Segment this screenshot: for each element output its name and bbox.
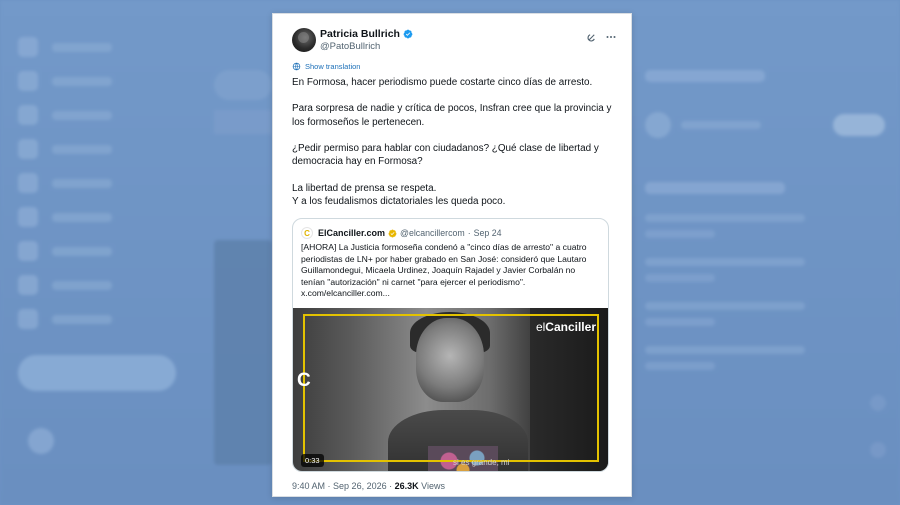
show-translation-label: Show translation: [305, 62, 361, 71]
globe-icon: [292, 62, 301, 71]
video-caption: si es grande, mi: [453, 458, 510, 467]
background-feed-element: [214, 70, 272, 100]
quoted-tweet[interactable]: C ElCanciller.com @elcancillercom · Sep …: [292, 218, 609, 472]
author-name[interactable]: Patricia Bullrich: [320, 28, 400, 40]
tweet-paragraph: En Formosa, hacer periodismo puede costa…: [292, 77, 593, 88]
video-side-letter: C: [297, 370, 311, 391]
background-nav-item: [18, 234, 188, 268]
gold-verified-badge-icon: [388, 229, 397, 237]
background-feed-image: [214, 240, 272, 465]
tweet-header: Patricia Bullrich @PatoBullrich: [292, 28, 617, 64]
show-translation-link[interactable]: Show translation: [292, 62, 360, 71]
brand-prefix: el: [535, 320, 546, 334]
background-feed-element: [214, 110, 272, 134]
background-sidebar: [18, 30, 188, 336]
brand-name: Canciller: [545, 320, 596, 334]
views-label: Views: [421, 481, 446, 491]
verified-badge-icon: [403, 29, 413, 39]
background-nav-item: [18, 64, 188, 98]
background-dot: [870, 395, 886, 411]
quoted-author-name[interactable]: ElCanciller.com: [318, 228, 385, 238]
tweet-card: Patricia Bullrich @PatoBullrich Show tra…: [272, 13, 632, 497]
tweet-paragraph: Y a los feudalismos dictatoriales les qu…: [292, 195, 506, 207]
background-profile: [28, 428, 168, 458]
quoted-tweet-text: [AHORA] La Justicia formoseña condenó a …: [301, 242, 587, 299]
background-dot: [870, 442, 886, 458]
tweet-paragraph: ¿Pedir permiso para hablar con ciudadano…: [292, 142, 599, 168]
views-count: 26.3K: [394, 481, 419, 491]
background-nav-item: [18, 132, 188, 166]
quoted-tweet-header: C ElCanciller.com @elcancillercom · Sep …: [301, 227, 502, 239]
quoted-author-handle[interactable]: @elcancillercom: [400, 228, 465, 238]
tweet-meta: 9:40 AM · Sep 26, 2026 · 26.3K Views: [292, 481, 445, 491]
quoted-author-avatar: C: [301, 227, 313, 239]
quoted-date[interactable]: Sep 24: [474, 228, 502, 238]
avatar[interactable]: [292, 28, 316, 52]
author-name-line: Patricia Bullrich: [320, 28, 413, 40]
grok-icon[interactable]: [585, 31, 597, 43]
tweet-paragraph: Para sorpresa de nadie y crítica de poco…: [292, 103, 612, 128]
background-nav-item: [18, 268, 188, 302]
separator-dot: ·: [467, 228, 471, 238]
video-yellow-frame: [303, 314, 599, 462]
video-duration: 0:33: [301, 454, 324, 467]
background-right-column: [645, 70, 885, 370]
author-handle[interactable]: @PatoBullrich: [320, 41, 380, 52]
tweet-time[interactable]: 9:40 AM: [292, 481, 325, 491]
background-nav-item: [18, 166, 188, 200]
video-brand-watermark: elCanciller: [536, 320, 596, 334]
more-icon[interactable]: [605, 31, 617, 43]
background-nav-item: [18, 302, 188, 336]
background-nav-item: [18, 98, 188, 132]
tweet-paragraph: La libertad de prensa se respeta.: [292, 182, 437, 194]
background-nav-item: [18, 200, 188, 234]
video-thumbnail[interactable]: elCanciller C si es grande, mi 0:33: [293, 308, 608, 471]
background-nav-item: [18, 30, 188, 64]
header-actions: [585, 31, 617, 43]
tweet-body: En Formosa, hacer periodismo puede costa…: [292, 76, 617, 208]
tweet-date[interactable]: Sep 26, 2026: [333, 481, 387, 491]
background-post-button: [18, 355, 176, 391]
